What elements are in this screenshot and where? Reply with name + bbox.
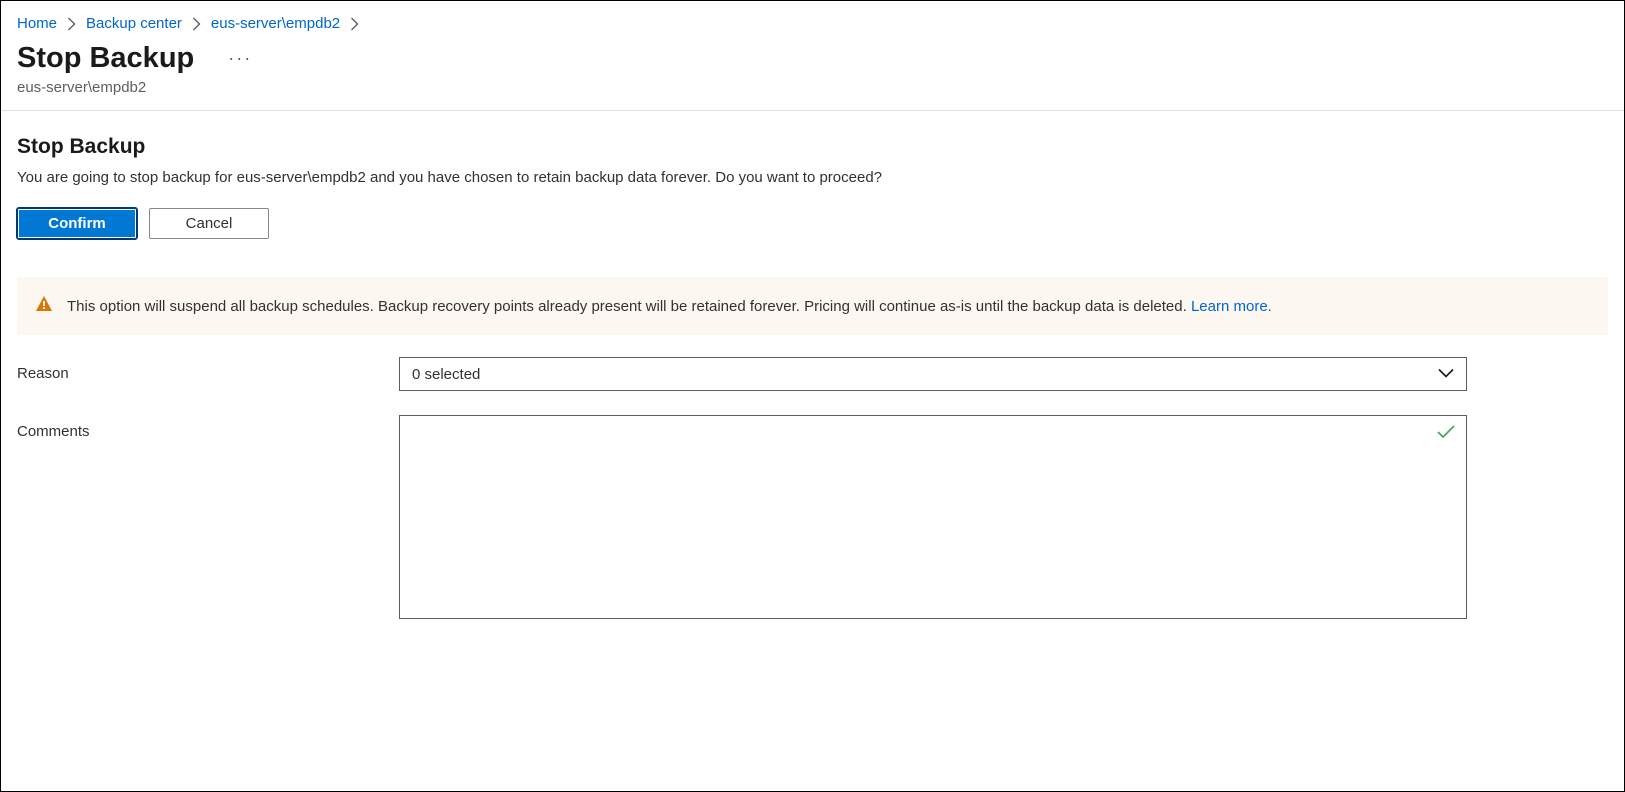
cancel-button[interactable]: Cancel	[149, 208, 269, 239]
breadcrumb: Home Backup center eus-server\empdb2	[1, 1, 1624, 42]
page-subtitle: eus-server\empdb2	[17, 79, 1608, 96]
section-description: You are going to stop backup for eus-ser…	[17, 169, 1608, 186]
button-row: Confirm Cancel	[17, 208, 1608, 239]
reason-row: Reason 0 selected	[17, 357, 1608, 391]
comments-label: Comments	[17, 415, 399, 440]
warning-icon	[35, 295, 53, 317]
more-button[interactable]: ···	[222, 48, 258, 69]
breadcrumb-item-backup-center[interactable]: Backup center	[86, 15, 182, 32]
breadcrumb-item-home[interactable]: Home	[17, 15, 57, 32]
page-header: Stop Backup ··· eus-server\empdb2	[1, 42, 1624, 110]
comments-textarea[interactable]	[399, 415, 1467, 619]
page-title: Stop Backup	[17, 42, 194, 75]
banner-text: This option will suspend all backup sche…	[67, 298, 1191, 315]
section-title: Stop Backup	[17, 135, 1608, 159]
confirm-button[interactable]: Confirm	[17, 208, 137, 239]
chevron-down-icon	[1438, 366, 1454, 383]
reason-select[interactable]: 0 selected	[399, 357, 1467, 391]
form-area: Reason 0 selected Comments	[1, 357, 1624, 622]
chevron-right-icon	[350, 17, 359, 31]
breadcrumb-item-eus-server-empdb2[interactable]: eus-server\empdb2	[211, 15, 340, 32]
banner-message: This option will suspend all backup sche…	[67, 298, 1272, 315]
learn-more-link[interactable]: Learn more.	[1191, 298, 1272, 315]
comments-row: Comments	[17, 415, 1608, 622]
chevron-right-icon	[192, 17, 201, 31]
info-banner: This option will suspend all backup sche…	[17, 277, 1608, 335]
chevron-right-icon	[67, 17, 76, 31]
reason-label: Reason	[17, 357, 399, 382]
reason-select-value: 0 selected	[412, 366, 480, 383]
check-icon	[1437, 425, 1455, 442]
content-section: Stop Backup You are going to stop backup…	[1, 111, 1624, 255]
